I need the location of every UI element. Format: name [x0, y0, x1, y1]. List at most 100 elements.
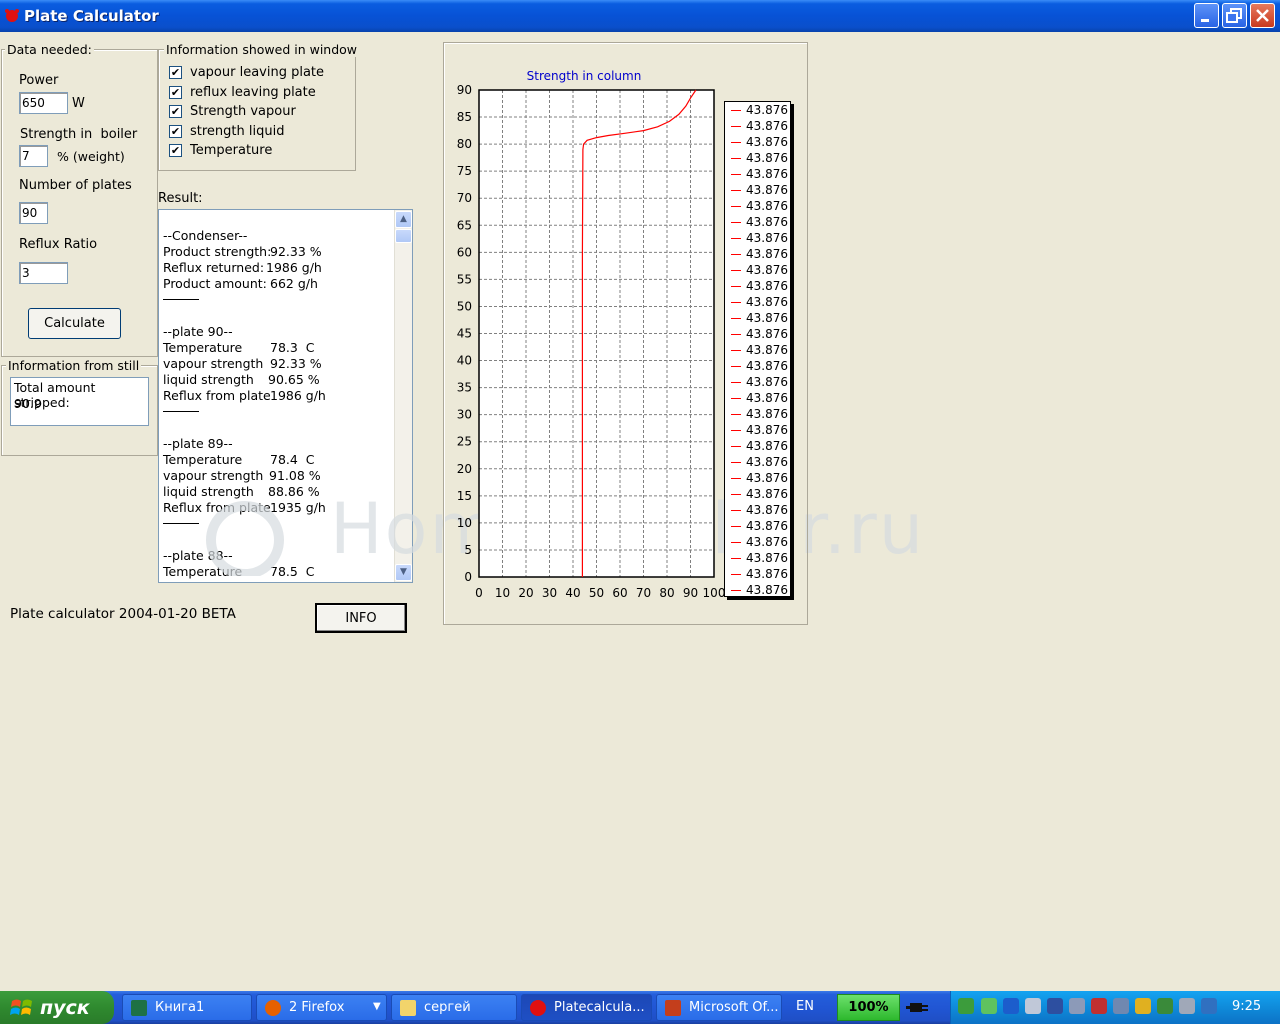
y-tick-label: 90 [457, 83, 472, 97]
network-status-icon[interactable] [1069, 998, 1085, 1014]
x-tick-label: 50 [589, 586, 604, 600]
condenser-value: 1986 g/h [266, 260, 322, 275]
task-folder[interactable]: сергей [391, 994, 517, 1021]
monitor-icon[interactable] [1201, 998, 1217, 1014]
checkbox[interactable]: ✔ [169, 105, 182, 119]
legend-label: 43.876 [746, 343, 788, 357]
checkbox-label: vapour leaving plate [190, 65, 325, 80]
plates-input[interactable]: 90 [19, 202, 48, 224]
restore-icon [1226, 8, 1242, 23]
window-title: Plate Calculator [24, 7, 159, 25]
legend-label: 43.876 [746, 215, 788, 229]
checkbox[interactable]: ✔ [169, 144, 182, 158]
connection-icon[interactable] [1113, 998, 1129, 1014]
legend-swatch [731, 430, 741, 431]
bluetooth-icon[interactable] [1003, 998, 1019, 1014]
checkbox[interactable]: ✔ [169, 85, 182, 99]
scroll-up-button[interactable]: ▲ [395, 211, 412, 228]
language-indicator[interactable]: EN [796, 999, 814, 1014]
legend-swatch [731, 542, 741, 543]
strength-input[interactable]: 7 [19, 145, 48, 167]
app-icon [5, 9, 19, 22]
info-window-legend: Information showed in window [164, 42, 360, 57]
legend-label: 43.876 [746, 375, 788, 389]
folder-icon [400, 1000, 416, 1016]
x-tick-label: 10 [495, 586, 510, 600]
legend-label: 43.876 [746, 247, 788, 261]
legend-swatch [731, 206, 741, 207]
power-input[interactable]: 650 [19, 92, 68, 114]
plate-key: vapour strength [163, 468, 264, 483]
legend-label: 43.876 [746, 567, 788, 581]
legend-swatch [731, 142, 741, 143]
plate-value: 92.33 % [270, 356, 322, 371]
office-icon [665, 1000, 681, 1016]
clock[interactable]: 9:25 [1232, 999, 1261, 1014]
legend-entry: 43.876 [731, 567, 788, 581]
shield-check-icon[interactable] [981, 998, 997, 1014]
y-tick-label: 40 [457, 354, 472, 368]
antivirus-icon[interactable] [1157, 998, 1173, 1014]
usb-icon[interactable] [1047, 998, 1063, 1014]
title-bar[interactable]: Plate Calculator [0, 0, 1280, 32]
legend-swatch [731, 478, 741, 479]
legend-label: 43.876 [746, 199, 788, 213]
checkbox[interactable]: ✔ [169, 66, 182, 79]
legend-label: 43.876 [746, 487, 788, 501]
legend-entry: 43.876 [731, 167, 788, 181]
task-firefox[interactable]: 2 Firefox ▼ [256, 994, 387, 1021]
legend-swatch [731, 366, 741, 367]
plate-key: Temperature [163, 452, 243, 467]
battery-indicator[interactable]: 100% [837, 994, 900, 1021]
info-button[interactable]: INFO [315, 603, 407, 633]
x-tick-label: 80 [659, 586, 674, 600]
task-office[interactable]: Microsoft Of... [656, 994, 782, 1021]
display-icon[interactable] [1025, 998, 1041, 1014]
separator-line [163, 299, 199, 300]
maximize-button[interactable] [1222, 3, 1247, 28]
task-label: Platecalcula... [554, 1000, 645, 1015]
info-option-3[interactable]: ✔ Strength vapour [169, 104, 349, 123]
x-tick-label: 40 [565, 586, 580, 600]
y-tick-label: 65 [457, 218, 472, 232]
info-option-2[interactable]: ✔ reflux leaving plate [169, 85, 349, 104]
speaker-icon[interactable] [1179, 998, 1195, 1014]
legend-label: 43.876 [746, 423, 788, 437]
task-platecalc[interactable]: Platecalcula... [521, 994, 652, 1021]
legend-label: 43.876 [746, 295, 788, 309]
legend-swatch [731, 286, 741, 287]
power-plug-icon[interactable] [906, 997, 932, 1017]
network-error-icon[interactable] [1091, 998, 1107, 1014]
network-icon[interactable] [958, 998, 974, 1014]
legend-label: 43.876 [746, 471, 788, 485]
close-button[interactable] [1250, 3, 1275, 28]
legend-label: 43.876 [746, 391, 788, 405]
calculate-button[interactable]: Calculate [28, 308, 121, 339]
legend-entry: 43.876 [731, 359, 788, 373]
start-button[interactable]: пуск [0, 991, 114, 1024]
legend-entry: 43.876 [731, 519, 788, 533]
info-option-1[interactable]: ✔ vapour leaving plate [169, 65, 349, 84]
minimize-button[interactable] [1194, 3, 1219, 28]
still-textbox[interactable]: Total amount stripped: 90.9 [10, 377, 149, 426]
info-option-5[interactable]: ✔ Temperature [169, 143, 349, 162]
checkbox[interactable]: ✔ [169, 124, 182, 138]
chart-title: Strength in column [527, 69, 642, 83]
chevron-down-icon: ▼ [373, 1001, 381, 1012]
checkbox-label: strength liquid [190, 123, 285, 139]
checkbox-label: reflux leaving plate [190, 84, 316, 100]
legend-entry: 43.876 [731, 439, 788, 453]
plate-value: 90.65 % [268, 372, 320, 387]
legend-entry: 43.876 [731, 375, 788, 389]
legend-swatch [731, 254, 741, 255]
reflux-input[interactable]: 3 [19, 262, 68, 284]
security-icon[interactable] [1135, 998, 1151, 1014]
start-label: пуск [40, 997, 90, 1019]
info-option-4[interactable]: ✔ strength liquid [169, 124, 349, 143]
task-excel[interactable]: Книга1 [122, 994, 252, 1021]
x-tick-label: 90 [683, 586, 698, 600]
plate-key: Reflux from plate [163, 388, 271, 403]
scroll-thumb[interactable] [395, 229, 412, 243]
legend-swatch [731, 174, 741, 175]
legend-label: 43.876 [746, 439, 788, 453]
